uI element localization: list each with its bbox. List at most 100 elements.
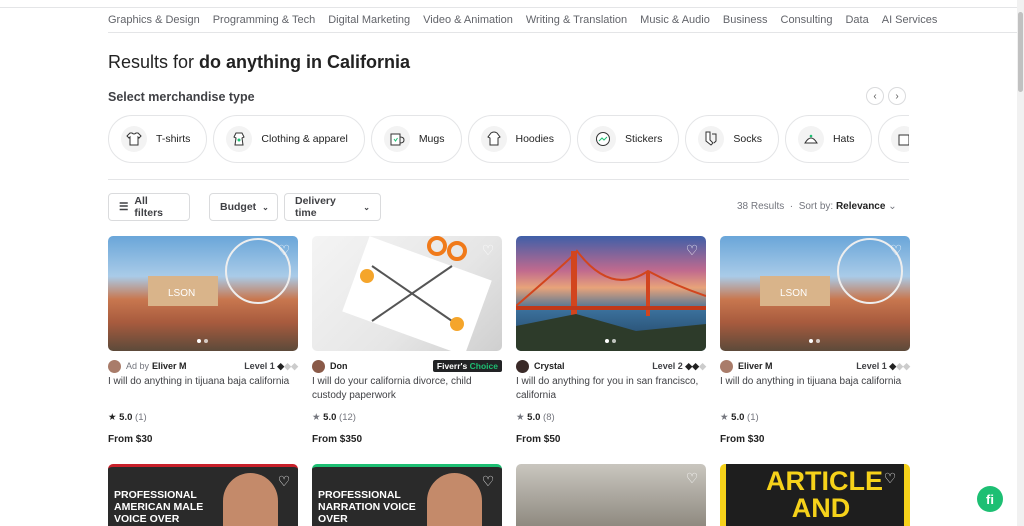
- chip-mugs[interactable]: Mugs: [370, 115, 462, 163]
- gig-card[interactable]: ARTICLE AND ♡: [720, 464, 910, 526]
- seller-level: Level 1 ◆◆◆: [856, 360, 910, 371]
- scrollbar[interactable]: [1017, 0, 1024, 526]
- category-link[interactable]: Consulting: [781, 8, 833, 32]
- category-link[interactable]: Video & Animation: [423, 8, 513, 32]
- category-link[interactable]: AI Services: [882, 8, 938, 32]
- review-count: (8): [543, 412, 555, 423]
- next-arrow-icon[interactable]: ›: [888, 87, 906, 105]
- thumbnail-text: PROFESSIONAL AMERICAN MALE VOICE OVER: [114, 489, 204, 525]
- chip-socks[interactable]: Socks: [685, 115, 779, 163]
- divider: [108, 179, 909, 180]
- scrollbar-thumb[interactable]: [1018, 12, 1023, 92]
- merch-title: Select merchandise type: [108, 90, 255, 104]
- favorite-heart-icon[interactable]: ♡: [276, 473, 292, 489]
- gig-image[interactable]: LSON ♡: [720, 236, 910, 351]
- avatar[interactable]: [516, 359, 529, 373]
- delivery-dropdown[interactable]: Delivery time ⌄: [284, 193, 381, 221]
- rating: ★ 5.0 (12): [312, 412, 502, 423]
- favorite-heart-icon[interactable]: ♡: [882, 470, 898, 486]
- title-prefix: Results for: [108, 52, 200, 72]
- gig-title[interactable]: I will do anything in tijuana baja calif…: [720, 375, 910, 405]
- image-dots: [197, 339, 208, 343]
- chip-stickers[interactable]: Stickers: [577, 115, 680, 163]
- prev-arrow-icon[interactable]: ‹: [866, 87, 884, 105]
- seller-level: Level 2 ◆◆◆: [652, 360, 706, 371]
- category-link[interactable]: Graphics & Design: [108, 8, 200, 32]
- avatar[interactable]: [720, 359, 733, 373]
- gig-title[interactable]: I will do anything in tijuana baja calif…: [108, 375, 298, 405]
- seller-level: Level 1 ◆◆◆: [244, 360, 298, 371]
- favorite-heart-icon[interactable]: ♡: [276, 242, 292, 258]
- gig-price: From $350: [312, 434, 363, 445]
- rating-value: 5.0: [527, 412, 541, 423]
- chip-hats[interactable]: Hats: [784, 115, 872, 163]
- gig-card[interactable]: LSON ♡ Ad by Eliver M Level 1 ◆◆◆ I will…: [108, 236, 298, 445]
- seller-name[interactable]: Crystal: [534, 361, 565, 371]
- gig-title[interactable]: I will do anything for you in san franci…: [516, 375, 706, 405]
- seller-name[interactable]: Eliver M: [152, 361, 187, 371]
- results-count: 38 Results: [737, 201, 785, 212]
- gig-image[interactable]: ♡: [312, 236, 502, 351]
- gig-title[interactable]: I will do your california divorce, child…: [312, 375, 502, 405]
- gig-image[interactable]: ♡: [516, 236, 706, 351]
- chevron-down-icon[interactable]: ⌄: [888, 201, 896, 212]
- gig-image[interactable]: LSON ♡: [108, 236, 298, 351]
- gig-card[interactable]: ♡: [516, 464, 706, 526]
- budget-dropdown[interactable]: Budget ⌄: [209, 193, 278, 221]
- chip-label: Stickers: [625, 133, 663, 145]
- chevron-down-icon: ⌄: [262, 202, 269, 212]
- review-count: (12): [339, 412, 356, 423]
- fiverr-chat-button[interactable]: fi: [977, 486, 1003, 512]
- person-image: [223, 473, 278, 526]
- chevron-down-icon: ⌄: [363, 202, 370, 212]
- thumbnail-text: PROFESSIONAL NARRATION VOICE OVER: [318, 489, 416, 525]
- category-link[interactable]: Writing & Translation: [526, 8, 627, 32]
- category-link[interactable]: Business: [723, 8, 768, 32]
- level-text: Level 2: [652, 360, 683, 371]
- gig-price: From $30: [108, 434, 153, 445]
- category-link[interactable]: Music & Audio: [640, 8, 710, 32]
- gig-card[interactable]: ♡ Crystal Level 2 ◆◆◆ I will do anything…: [516, 236, 706, 445]
- avatar[interactable]: [312, 359, 325, 373]
- favorite-heart-icon[interactable]: ♡: [888, 242, 904, 258]
- person-image: [427, 473, 482, 526]
- category-link[interactable]: Data: [845, 8, 868, 32]
- chip-t-shirts[interactable]: T-shirts: [108, 115, 208, 163]
- carousel-arrows: ‹ ›: [866, 87, 906, 105]
- seller-name[interactable]: Don: [330, 361, 348, 371]
- category-link[interactable]: Programming & Tech: [213, 8, 316, 32]
- gig-price: From $30: [720, 434, 765, 445]
- level-text: Level 1: [856, 360, 887, 371]
- fiverrs-choice-badge: Fiverr's Choice: [432, 360, 502, 372]
- seller-name[interactable]: Eliver M: [738, 361, 773, 371]
- seller-row: Ad by Eliver M Level 1 ◆◆◆: [108, 359, 298, 373]
- gig-card[interactable]: ♡ Don Fiverr's Choice I will do your cal…: [312, 236, 502, 445]
- sort-label: Sort by:: [798, 201, 834, 212]
- chip-clothing[interactable]: Clothing & apparel: [213, 115, 365, 163]
- rating-value: 5.0: [323, 412, 337, 423]
- chip-more[interactable]: [877, 115, 909, 163]
- category-link[interactable]: Digital Marketing: [328, 8, 410, 32]
- favorite-heart-icon[interactable]: ♡: [480, 473, 496, 489]
- seller-row: Don Fiverr's Choice: [312, 359, 502, 373]
- chip-hoodies[interactable]: Hoodies: [467, 115, 572, 163]
- avatar[interactable]: [108, 359, 121, 373]
- favorite-heart-icon[interactable]: ♡: [684, 470, 700, 486]
- review-count: (1): [747, 412, 759, 423]
- favorite-heart-icon[interactable]: ♡: [480, 242, 496, 258]
- hat-icon: [797, 126, 824, 152]
- sort-dropdown[interactable]: Relevance: [836, 201, 885, 212]
- badge-text: Fiverr's: [436, 361, 468, 371]
- gig-card[interactable]: PROFESSIONAL AMERICAN MALE VOICE OVER ♡: [108, 464, 298, 526]
- star-icon: ★: [516, 412, 525, 423]
- gig-card[interactable]: LSON ♡ Eliver M Level 1 ◆◆◆ I will do an…: [720, 236, 910, 445]
- review-count: (1): [135, 412, 147, 423]
- results-bar: 38 Results · Sort by: Relevance ⌄: [737, 201, 897, 212]
- hoodie-icon: [480, 126, 507, 152]
- all-filters-button[interactable]: ☰ All filters: [108, 193, 190, 221]
- favorite-heart-icon[interactable]: ♡: [684, 242, 700, 258]
- thumbnail-text: ARTICLE AND: [766, 466, 883, 523]
- gig-card[interactable]: PROFESSIONAL NARRATION VOICE OVER ♡: [312, 464, 502, 526]
- rating: ★ 5.0 (1): [720, 412, 910, 423]
- search-query: do anything in California: [199, 52, 411, 72]
